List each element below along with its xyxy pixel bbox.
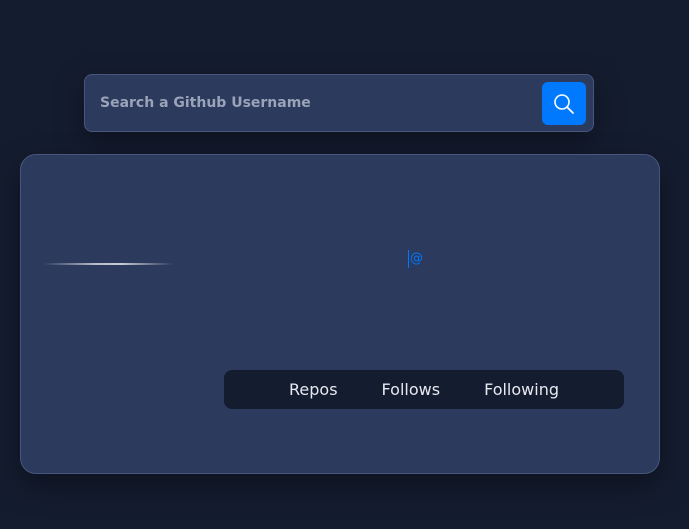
avatar-placeholder (43, 263, 173, 265)
search-bar (84, 74, 594, 132)
repos-label: Repos (289, 380, 338, 399)
search-icon (554, 93, 574, 114)
follows-label: Follows (381, 380, 441, 399)
search-input[interactable] (100, 75, 530, 131)
username-link[interactable]: @ (408, 250, 423, 268)
following-label: Following (484, 380, 559, 399)
stats-bar: Repos Follows Following (224, 370, 624, 409)
search-button[interactable] (542, 82, 586, 125)
profile-card: @ Repos Follows Following (20, 154, 660, 474)
